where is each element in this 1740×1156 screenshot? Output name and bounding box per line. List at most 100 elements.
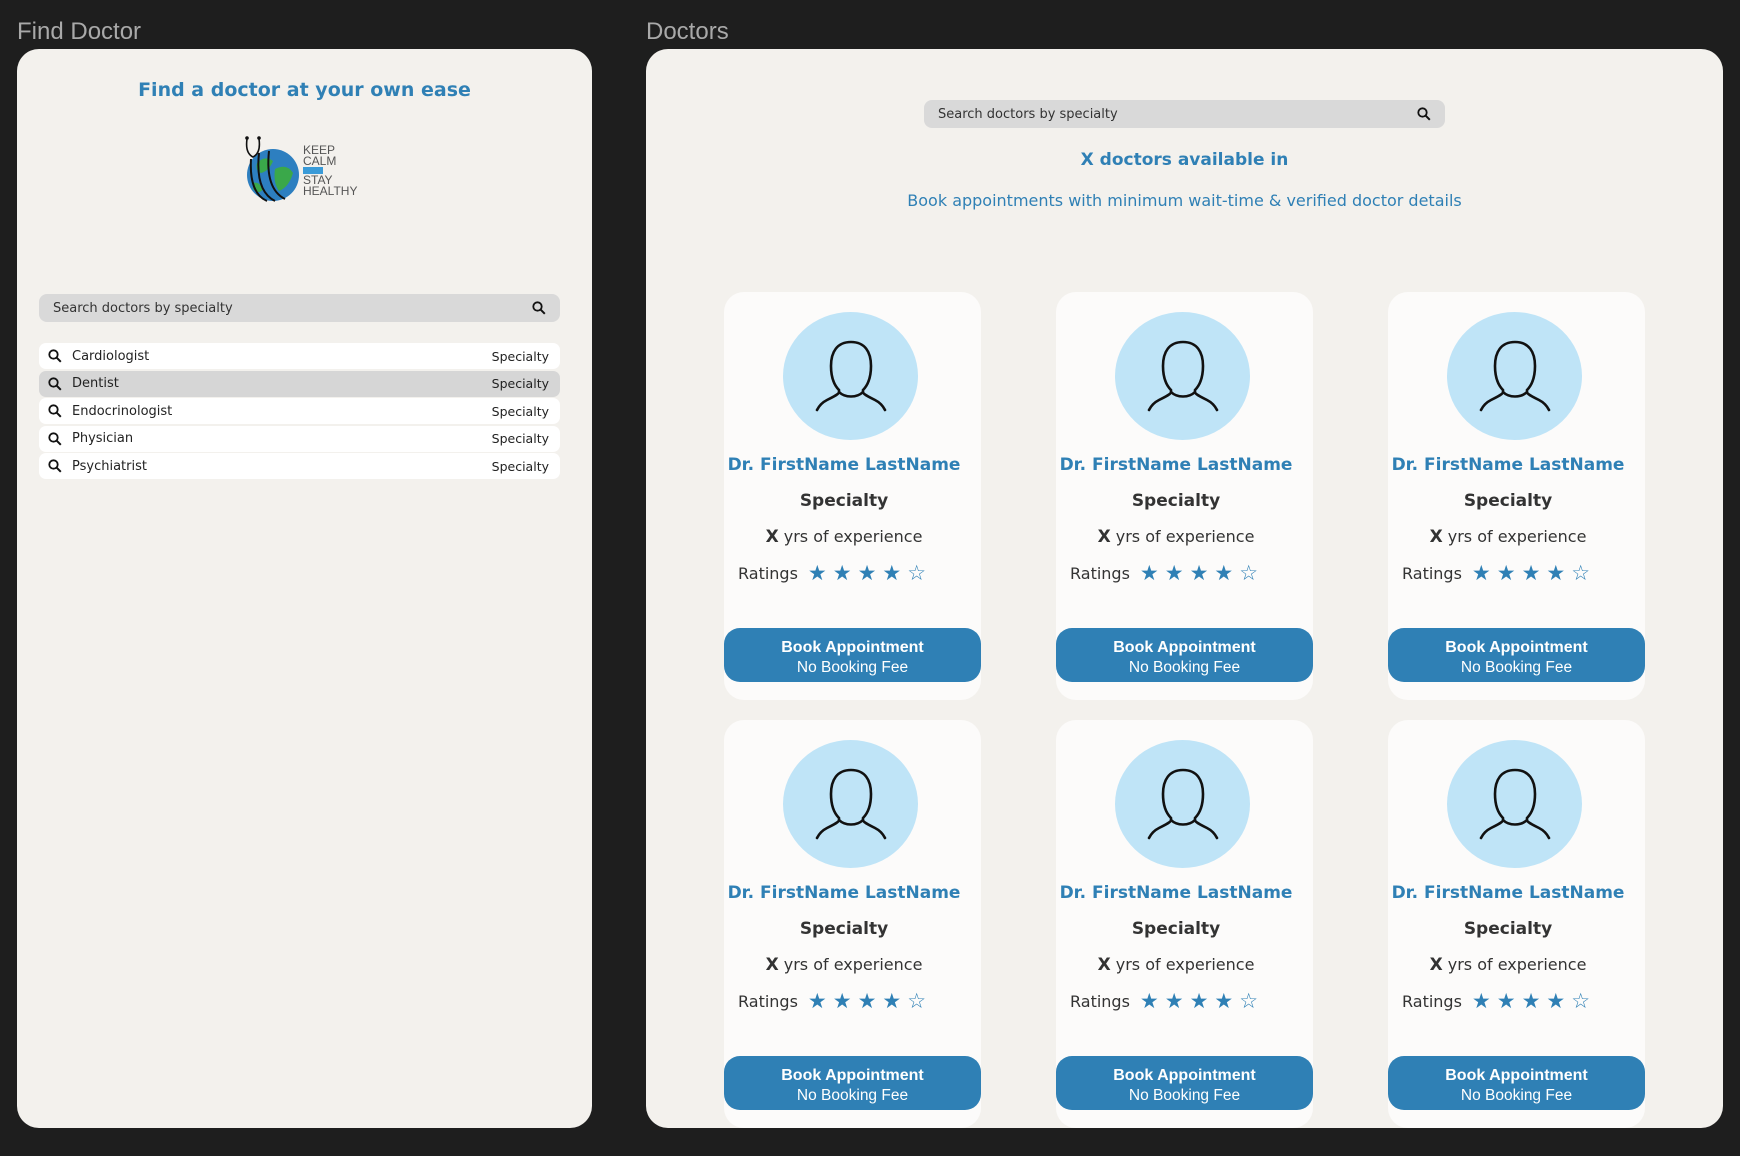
star-rating: ★ ★ ★ ★ ☆ <box>1472 991 1590 1012</box>
specialty-search-bar[interactable] <box>39 294 560 322</box>
doctor-ratings: Ratings ★ ★ ★ ★ ☆ <box>738 563 926 584</box>
doctor-ratings: Ratings ★ ★ ★ ★ ☆ <box>1402 563 1590 584</box>
star-filled-icon: ★ <box>1471 561 1491 585</box>
experience-text: yrs of experience <box>1110 527 1255 546</box>
book-appointment-button[interactable]: Book Appointment No Booking Fee <box>724 1056 981 1110</box>
star-empty-icon: ☆ <box>1239 989 1259 1013</box>
book-appointment-label: Book Appointment <box>781 1067 924 1084</box>
frame-label-find-doctor: Find Doctor <box>17 18 142 45</box>
star-empty-icon: ☆ <box>907 561 927 585</box>
specialty-name: Dentist <box>72 376 119 391</box>
doctor-search-input[interactable] <box>938 106 1382 122</box>
booking-fee-label: No Booking Fee <box>1460 659 1573 676</box>
specialty-item-cardiologist[interactable]: Cardiologist Specialty <box>39 343 560 369</box>
page-title: Find a doctor at your own ease <box>138 79 471 101</box>
book-appointment-label: Book Appointment <box>1445 639 1588 656</box>
doctor-name: Dr. FirstName LastName <box>1391 883 1625 903</box>
doctor-search-bar[interactable] <box>924 100 1445 128</box>
star-filled-icon: ★ <box>857 561 877 585</box>
specialty-item-psychiatrist[interactable]: Psychiatrist Specialty <box>39 453 560 479</box>
star-rating: ★ ★ ★ ★ ☆ <box>1472 563 1590 584</box>
booking-fee-label: No Booking Fee <box>796 1087 909 1104</box>
experience-years: X <box>765 527 779 547</box>
search-icon[interactable] <box>532 301 546 315</box>
specialty-item-endocrinologist[interactable]: Endocrinologist Specialty <box>39 398 560 424</box>
search-icon <box>48 349 62 363</box>
user-avatar-icon <box>815 768 886 840</box>
star-filled-icon: ★ <box>882 561 902 585</box>
star-filled-icon: ★ <box>1471 989 1491 1013</box>
doctor-card-3: Dr. FirstName LastName Specialty X yrs o… <box>1388 292 1645 700</box>
experience-years: X <box>1429 527 1443 547</box>
book-appointment-button[interactable]: Book Appointment No Booking Fee <box>1388 1056 1645 1110</box>
doctor-card-2: Dr. FirstName LastName Specialty X yrs o… <box>1056 292 1313 700</box>
doctor-card-4: Dr. FirstName LastName Specialty X yrs o… <box>724 720 981 1128</box>
doctor-experience: X yrs of experience <box>724 527 964 547</box>
ratings-label: Ratings <box>738 564 798 583</box>
specialty-search-input[interactable] <box>53 300 497 316</box>
experience-years: X <box>765 955 779 975</box>
user-avatar-icon <box>1147 340 1218 412</box>
doctor-specialty: Specialty <box>799 491 889 511</box>
doctor-specialty: Specialty <box>1463 491 1553 511</box>
ratings-label: Ratings <box>1070 992 1130 1011</box>
star-empty-icon: ☆ <box>1239 561 1259 585</box>
book-appointment-label: Book Appointment <box>1445 1067 1588 1084</box>
doctors-subtitle: Book appointments with minimum wait-time… <box>907 191 1462 210</box>
avatar <box>1115 740 1250 868</box>
experience-text: yrs of experience <box>778 955 923 974</box>
ratings-label: Ratings <box>1070 564 1130 583</box>
user-avatar-icon <box>1147 768 1218 840</box>
specialty-item-physician[interactable]: Physician Specialty <box>39 425 560 452</box>
star-empty-icon: ☆ <box>1571 561 1591 585</box>
star-filled-icon: ★ <box>1521 989 1541 1013</box>
avatar <box>1447 740 1582 868</box>
doctor-specialty: Specialty <box>1131 919 1221 939</box>
logo-text: KEEP CALM STAY HEALTHY <box>303 144 357 197</box>
avatar <box>783 740 918 868</box>
user-avatar-icon <box>1479 768 1550 840</box>
search-icon <box>48 376 62 391</box>
book-appointment-button[interactable]: Book Appointment No Booking Fee <box>1056 1056 1313 1110</box>
star-filled-icon: ★ <box>1139 989 1159 1013</box>
avatar <box>1115 312 1250 440</box>
star-filled-icon: ★ <box>857 989 877 1013</box>
doctor-card-6: Dr. FirstName LastName Specialty X yrs o… <box>1388 720 1645 1128</box>
experience-text: yrs of experience <box>778 527 923 546</box>
search-icon[interactable] <box>1417 107 1431 121</box>
doctor-experience: X yrs of experience <box>1056 527 1296 547</box>
book-appointment-button[interactable]: Book Appointment No Booking Fee <box>1056 628 1313 682</box>
book-appointment-button[interactable]: Book Appointment No Booking Fee <box>1388 628 1645 682</box>
star-filled-icon: ★ <box>1214 561 1234 585</box>
booking-fee-label: No Booking Fee <box>1128 1087 1241 1104</box>
doctor-card-5: Dr. FirstName LastName Specialty X yrs o… <box>1056 720 1313 1128</box>
star-filled-icon: ★ <box>1496 989 1516 1013</box>
star-filled-icon: ★ <box>807 561 827 585</box>
specialty-tag: Specialty <box>491 348 549 364</box>
specialty-tag: Specialty <box>491 431 549 446</box>
star-filled-icon: ★ <box>1214 989 1234 1013</box>
ratings-label: Ratings <box>1402 564 1462 583</box>
booking-fee-label: No Booking Fee <box>796 659 909 676</box>
star-filled-icon: ★ <box>1546 561 1566 585</box>
experience-years: X <box>1097 527 1111 547</box>
specialty-name: Psychiatrist <box>72 458 147 474</box>
book-appointment-button[interactable]: Book Appointment No Booking Fee <box>724 628 981 682</box>
star-filled-icon: ★ <box>1496 561 1516 585</box>
doctor-ratings: Ratings ★ ★ ★ ★ ☆ <box>738 991 926 1012</box>
star-filled-icon: ★ <box>1546 989 1566 1013</box>
doctor-experience: X yrs of experience <box>1388 955 1628 975</box>
ratings-label: Ratings <box>1402 992 1462 1011</box>
logo-text-calm: CALM <box>303 153 337 168</box>
doctor-count-title: X doctors available in <box>1080 150 1289 170</box>
star-filled-icon: ★ <box>1164 989 1184 1013</box>
doctors-panel: X doctors available in Book appointments… <box>646 49 1723 1128</box>
find-doctor-panel: Find a doctor at your own ease KEEP CALM… <box>17 49 592 1128</box>
star-filled-icon: ★ <box>807 989 827 1013</box>
star-filled-icon: ★ <box>832 561 852 585</box>
ratings-label: Ratings <box>738 992 798 1011</box>
star-rating: ★ ★ ★ ★ ☆ <box>808 991 926 1012</box>
experience-text: yrs of experience <box>1110 955 1255 974</box>
experience-text: yrs of experience <box>1442 527 1587 546</box>
specialty-item-dentist[interactable]: Dentist Specialty <box>39 370 560 397</box>
